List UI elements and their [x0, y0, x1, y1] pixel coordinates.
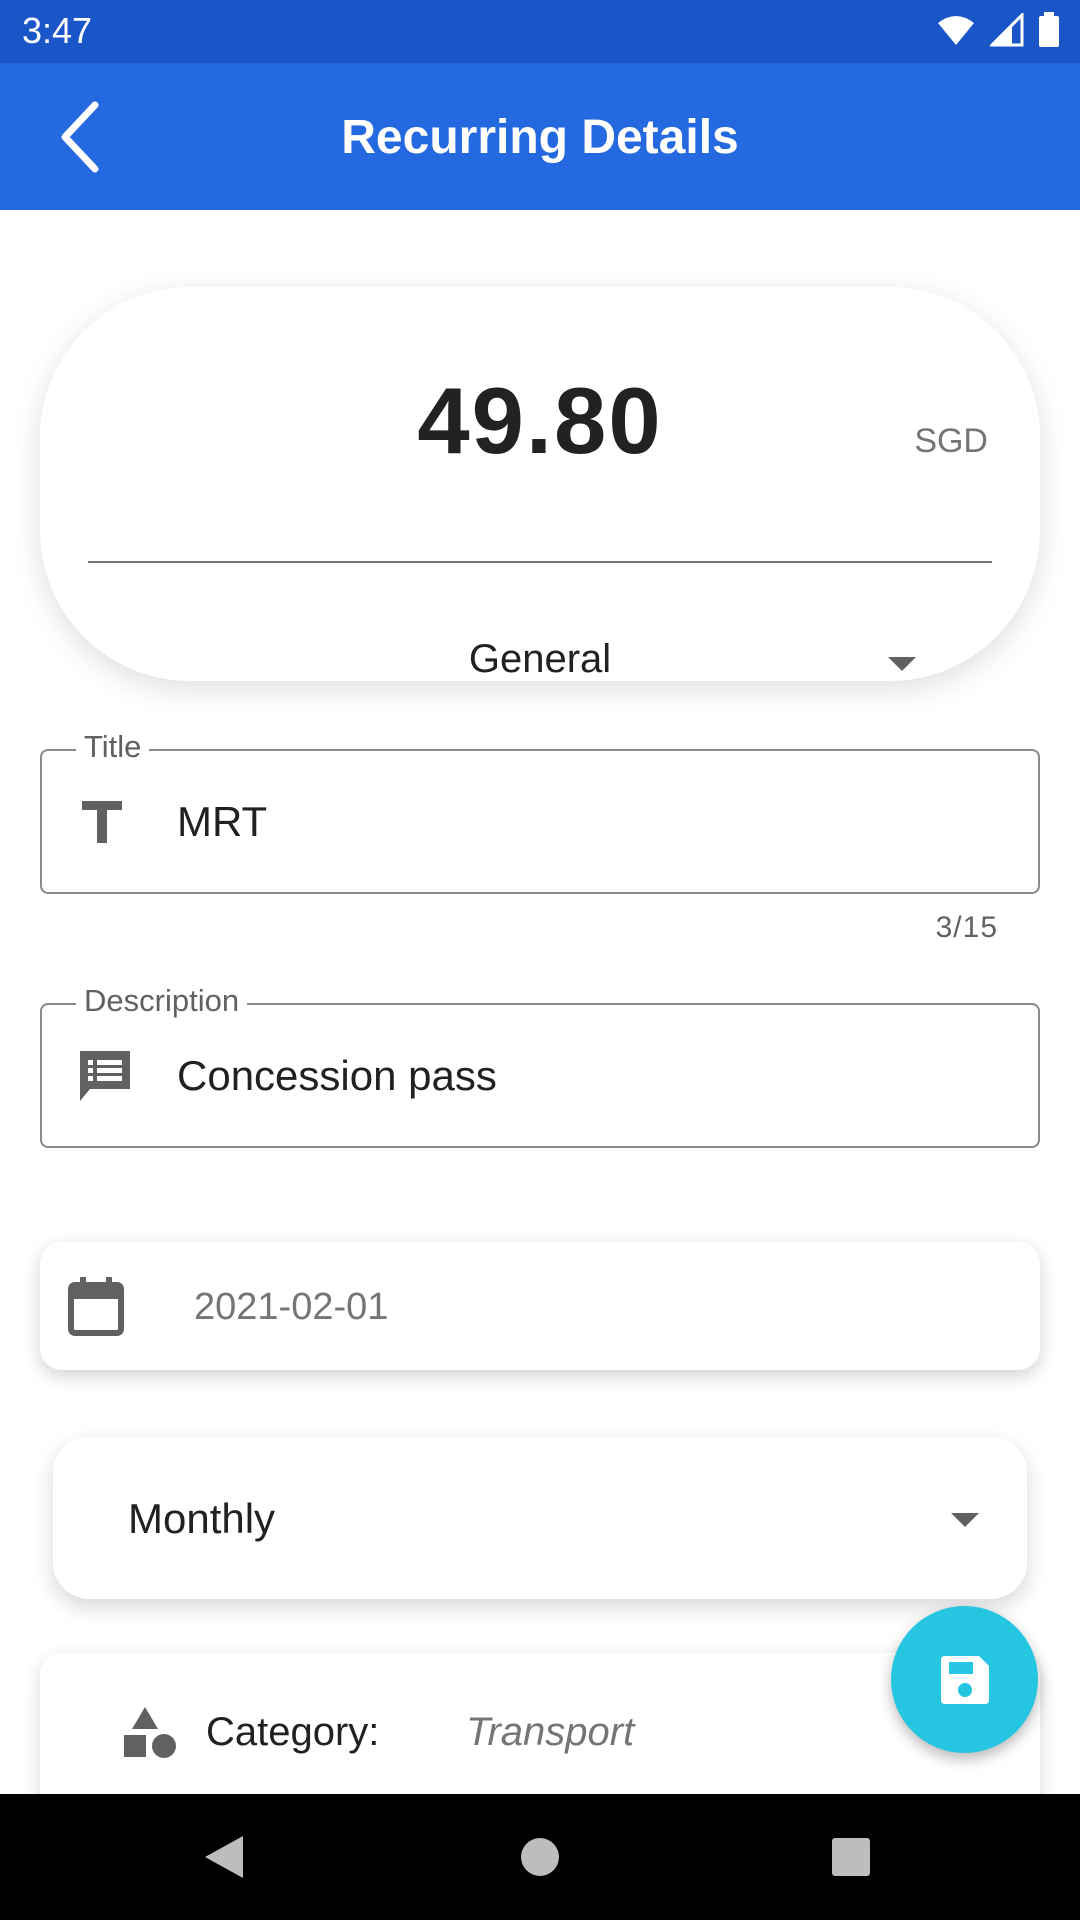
battery-icon [1039, 12, 1059, 47]
nav-home-icon [521, 1838, 559, 1876]
title-input[interactable]: MRT [177, 798, 267, 846]
title-char-counter: 3/15 [935, 911, 998, 944]
currency-label: SGD [914, 422, 988, 460]
description-field-label: Description [76, 983, 248, 1019]
account-selected-value: General [468, 637, 612, 681]
date-picker[interactable]: 2021-02-01 [40, 1242, 1040, 1370]
title-field[interactable]: Title MRT [40, 729, 1040, 894]
description-field[interactable]: Description Concession pass [40, 983, 1040, 1148]
nav-recents-button[interactable] [820, 1826, 882, 1888]
wifi-icon [938, 16, 974, 45]
signal-icon [990, 13, 1024, 47]
amount-underline [88, 561, 992, 563]
app-bar: Recurring Details [0, 63, 1080, 210]
amount-card: 49.80 SGD General [40, 287, 1040, 681]
nav-home-button[interactable] [509, 1826, 571, 1888]
category-icon [124, 1707, 176, 1758]
frequency-selected-value: Monthly [128, 1495, 276, 1542]
calendar-icon [68, 1277, 124, 1336]
date-value: 2021-02-01 [194, 1286, 389, 1328]
system-nav-bar [0, 1794, 1080, 1920]
status-icons [936, 12, 1060, 48]
status-bar: 3:47 [0, 0, 1080, 63]
frequency-dropdown[interactable]: Monthly [53, 1437, 1027, 1599]
category-label: Category: [206, 1710, 380, 1754]
text-fields-icon [82, 801, 122, 843]
nav-back-icon [205, 1836, 243, 1878]
page-title: Recurring Details [341, 111, 739, 164]
title-field-label: Title [76, 729, 150, 765]
account-dropdown[interactable]: General [88, 637, 992, 697]
notes-icon [80, 1051, 130, 1101]
category-selector[interactable]: Category: Transport [40, 1653, 1040, 1794]
form-content[interactable]: 49.80 SGD General Title MRT 3/15 Descrip… [0, 210, 1080, 1794]
nav-back-button[interactable] [193, 1826, 255, 1888]
chevron-down-icon [951, 1513, 979, 1527]
status-time: 3:47 [22, 10, 93, 51]
nav-recents-icon [832, 1838, 870, 1876]
description-input[interactable]: Concession pass [177, 1052, 497, 1100]
save-button[interactable] [891, 1606, 1038, 1753]
save-icon [940, 1655, 989, 1704]
chevron-down-icon [888, 657, 916, 671]
category-value: Transport [466, 1710, 635, 1754]
amount-input[interactable]: 49.80 [40, 367, 1040, 475]
